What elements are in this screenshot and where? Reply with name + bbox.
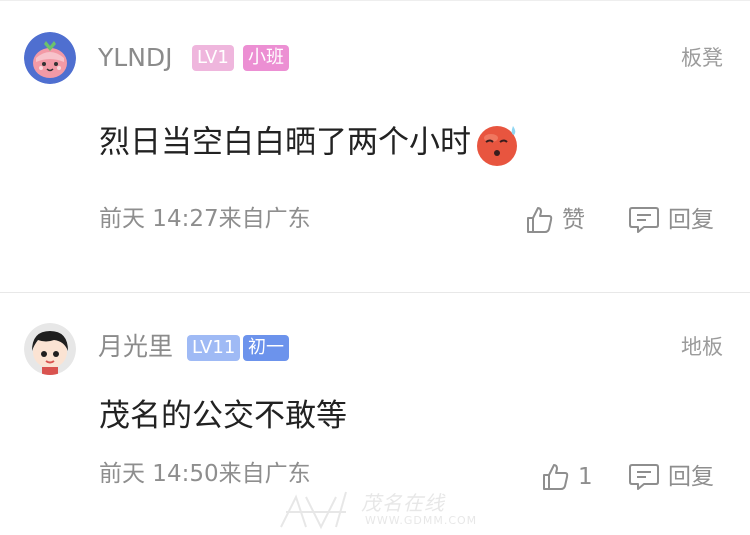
comment-text: 烈日当空白白晒了两个小时: [99, 124, 471, 161]
like-button[interactable]: 1: [540, 462, 593, 492]
watermark: 茂名在线 WWW.GDMM.COM: [276, 487, 481, 531]
reply-label: 回复: [668, 464, 714, 490]
comment-item: YLNDJ LV1 小班 板凳 烈日当空白白晒了两个小时 前天 14:27来自广…: [0, 0, 750, 292]
comment-content: 烈日当空白白晒了两个小时: [99, 120, 523, 168]
floor-label: 地板: [681, 335, 723, 359]
grade-badge: 初一: [243, 335, 289, 361]
comment-bubble-icon: [629, 207, 659, 233]
level-badge: LV11: [187, 335, 241, 361]
watermark-text: 茂名在线: [361, 491, 445, 515]
thumbs-up-icon: [543, 464, 569, 490]
comment-content: 茂名的公交不敢等: [99, 398, 347, 434]
watermark-url: WWW.GDMM.COM: [365, 514, 478, 527]
floor-label: 板凳: [681, 46, 723, 70]
reply-button[interactable]: 回复: [628, 205, 714, 235]
reply-label: 回复: [668, 207, 714, 233]
username[interactable]: 月光里: [98, 332, 173, 362]
watermark-logo-icon: [280, 491, 347, 530]
comment-meta: 前天 14:50来自广东: [99, 461, 311, 487]
like-button[interactable]: 赞: [524, 205, 585, 235]
avatar[interactable]: [24, 32, 76, 84]
like-count: 1: [578, 464, 593, 490]
grade-badge: 小班: [243, 45, 289, 71]
username[interactable]: YLNDJ: [98, 43, 173, 73]
comment-bubble-icon: [629, 464, 659, 490]
like-label: 赞: [562, 207, 585, 233]
reply-button[interactable]: 回复: [628, 462, 714, 492]
thumbs-up-icon: [527, 207, 553, 233]
level-badge: LV1: [192, 45, 234, 71]
comment-meta: 前天 14:27来自广东: [99, 206, 311, 232]
avatar[interactable]: [24, 323, 76, 375]
hot-face-emoji-icon: [473, 120, 523, 168]
